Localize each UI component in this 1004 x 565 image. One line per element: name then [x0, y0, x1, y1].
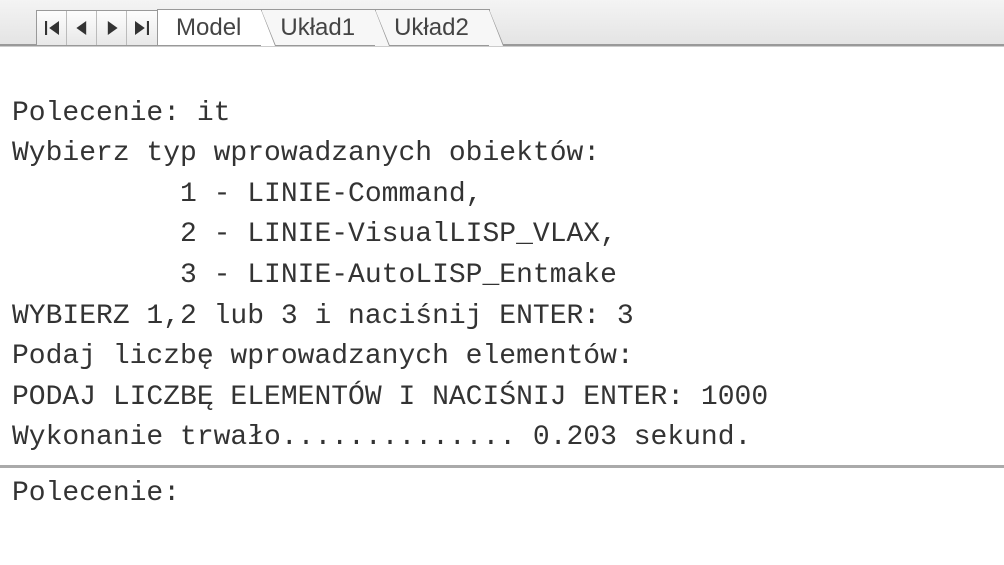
nav-first-button[interactable]: [37, 11, 67, 45]
prev-icon: [75, 21, 89, 35]
console-line: 2 - LINIE-VisualLISP_VLAX,: [12, 219, 617, 250]
tab-model[interactable]: Model: [157, 9, 262, 45]
command-prompt-label: Polecenie:: [12, 478, 180, 509]
nav-next-button[interactable]: [97, 11, 127, 45]
console-line: WYBIERZ 1,2 lub 3 i naciśnij ENTER: 3: [12, 301, 634, 332]
console-line: 3 - LINIE-AutoLISP_Entmake: [12, 260, 617, 291]
first-icon: [45, 21, 59, 35]
console-line: Wybierz typ wprowadzanych obiektów:: [12, 138, 600, 169]
tab-layout2[interactable]: Układ2: [375, 9, 490, 45]
tab-label: Model: [176, 14, 241, 41]
console-line: PODAJ LICZBĘ ELEMENTÓW I NACIŚNIJ ENTER:…: [12, 382, 768, 413]
nav-last-button[interactable]: [127, 11, 157, 45]
nav-prev-button[interactable]: [67, 11, 97, 45]
console-line: 1 - LINIE-Command,: [12, 179, 482, 210]
tab-label: Układ1: [280, 14, 355, 41]
tab-layout1[interactable]: Układ1: [261, 9, 376, 45]
command-input[interactable]: [197, 474, 897, 515]
tab-label: Układ2: [394, 14, 469, 41]
console-output: Polecenie: it Wybierz typ wprowadzanych …: [0, 46, 1004, 465]
tab-bar: Model Układ1 Układ2: [0, 0, 1004, 46]
console-line: Wykonanie trwało.............. 0.203 sek…: [12, 422, 751, 453]
console-line: Podaj liczbę wprowadzanych elementów:: [12, 341, 634, 372]
last-icon: [135, 21, 149, 35]
console-line: Polecenie: it: [12, 98, 230, 129]
next-icon: [105, 21, 119, 35]
command-line: Polecenie:: [0, 465, 1004, 521]
nav-buttons: [36, 10, 158, 45]
